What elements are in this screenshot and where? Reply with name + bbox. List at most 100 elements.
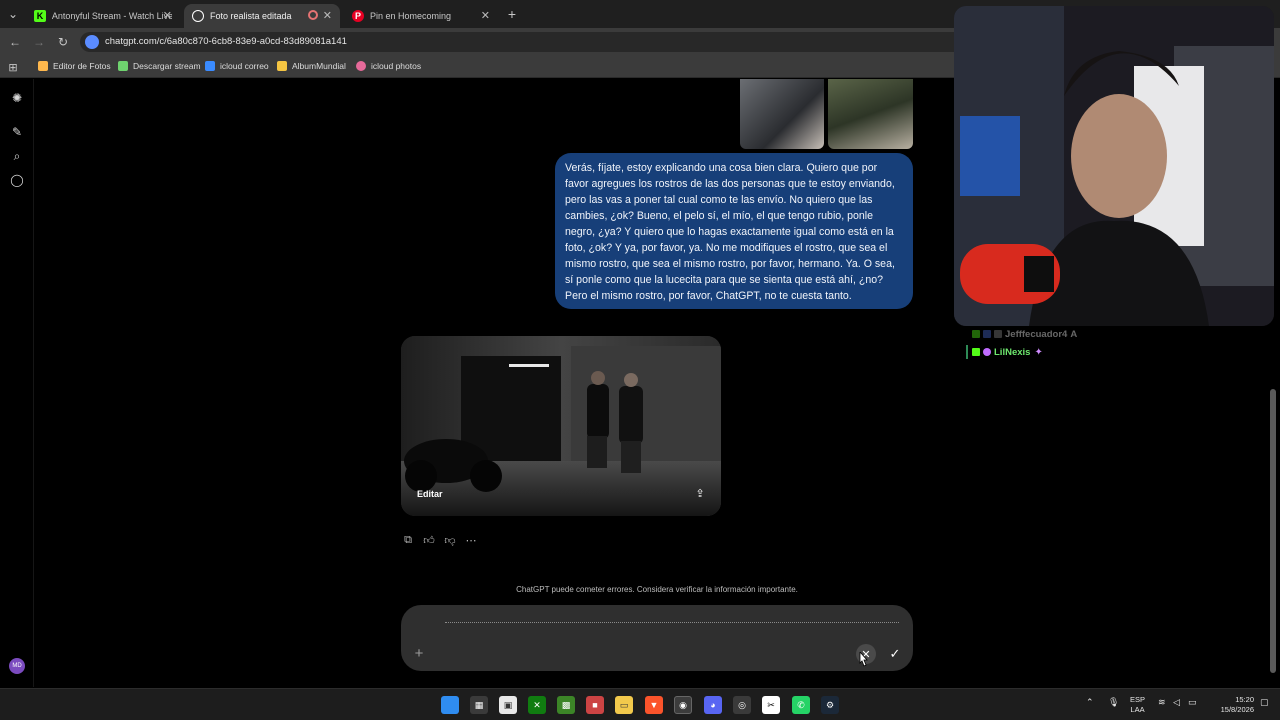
confirm-dictation-button[interactable]: ✓: [885, 644, 905, 664]
tab-title: Foto realista editada: [210, 11, 292, 21]
url-text: chatgpt.com/c/6a80c870-6cb8-83e9-a0cd-83…: [105, 36, 347, 47]
file-explorer-icon[interactable]: ▭: [615, 696, 633, 714]
bookmark-label: Descargar stream: [133, 61, 201, 71]
chatgpt-icon: [192, 10, 204, 22]
bookmark-label: icloud correo: [220, 61, 269, 71]
voice-waveform: [445, 622, 899, 623]
chat-message: Jefffecuador4 A: [966, 325, 1126, 343]
bookmark-icon: [38, 61, 48, 71]
bookmark-icon: [205, 61, 215, 71]
generated-image[interactable]: Editar ⇪: [401, 336, 721, 516]
edit-image-button[interactable]: Editar: [417, 489, 443, 499]
bookmark-icon: [277, 61, 287, 71]
recording-icon: [308, 10, 318, 20]
capcut-icon[interactable]: ✂: [762, 696, 780, 714]
stream-chat-overlay: Jefffecuador4 A LilNexis ✦: [966, 325, 1126, 361]
address-bar[interactable]: chatgpt.com/c/6a80c870-6cb8-83e9-a0cd-83…: [80, 32, 980, 52]
bookmark-icon: [118, 61, 128, 71]
sub-badge-icon: [983, 330, 991, 338]
steam-icon[interactable]: ⚙: [821, 696, 839, 714]
emote-icon: ✦: [1034, 346, 1043, 358]
thumbs-up-icon[interactable]: 👍︎: [422, 533, 436, 547]
bookmark-item[interactable]: AlbumMundial: [277, 61, 346, 71]
game-launcher-icon[interactable]: ■: [586, 696, 604, 714]
uploaded-photos: [740, 79, 913, 149]
microphone-icon[interactable]: 🎙︎: [1108, 697, 1119, 708]
obs-icon[interactable]: ◎: [733, 696, 751, 714]
windows-taskbar: ▦ ▣ ✕ ▩ ■ ▭ ▼ ◉ ◕ ◎ ✂ ✆ ⚙ ⌃ 🎙︎ ESP LAA ≋…: [0, 688, 1280, 720]
avatar[interactable]: MD: [9, 658, 25, 674]
search-icon[interactable]: ⌕: [10, 149, 24, 163]
kick-badge-icon: [972, 348, 980, 356]
bookmark-label: AlbumMundial: [292, 61, 346, 71]
reload-icon[interactable]: ↻: [54, 33, 72, 51]
bookmark-item[interactable]: Editor de Fotos: [38, 61, 111, 71]
bookmark-item[interactable]: icloud correo: [205, 61, 269, 71]
openai-logo-icon[interactable]: ✺: [10, 91, 24, 105]
sidebar-rail: ✺ ✎ ⌕ ◯ MD: [0, 79, 34, 687]
mouse-cursor-icon: [859, 652, 868, 667]
voice-composer: + ✕ ✓: [401, 605, 913, 671]
copy-icon[interactable]: ⧉: [401, 533, 415, 547]
new-chat-icon[interactable]: ✎: [10, 125, 24, 139]
generated-image-art: [401, 336, 721, 516]
bookmark-item[interactable]: Descargar stream: [118, 61, 201, 71]
tab-pinterest[interactable]: P Pin en Homecoming ✕: [344, 4, 498, 28]
minecraft-icon[interactable]: ▩: [557, 696, 575, 714]
task-view-icon[interactable]: ▦: [470, 696, 488, 714]
bookmark-item[interactable]: icloud photos: [356, 61, 421, 71]
scrollbar[interactable]: [1270, 389, 1276, 673]
bookmark-icon: [356, 61, 366, 71]
discord-icon[interactable]: ◕: [704, 696, 722, 714]
tab-kick-stream[interactable]: K Antonyful Stream - Watch Live ✕: [26, 4, 180, 28]
windows-start-icon[interactable]: [441, 696, 459, 714]
webcam-overlay: [954, 6, 1274, 326]
badge-icon: [994, 330, 1002, 338]
notifications-icon[interactable]: ▢: [1260, 697, 1269, 708]
uploaded-photo-thumb[interactable]: [740, 79, 824, 149]
new-tab-icon[interactable]: +: [503, 5, 521, 23]
chat-username: LilNexis: [994, 346, 1031, 358]
uploaded-photo-thumb[interactable]: [828, 79, 913, 149]
thumbs-down-icon[interactable]: 👎︎: [443, 533, 457, 547]
chat-message-text: A: [1070, 328, 1078, 340]
wifi-icon[interactable]: ≋: [1158, 697, 1166, 708]
show-hidden-icons[interactable]: ⌃: [1086, 697, 1094, 708]
tab-chatgpt[interactable]: Foto realista editada ✕: [184, 4, 340, 28]
apps-grid-icon[interactable]: ⊞: [4, 58, 22, 76]
language-code: ESP: [1130, 695, 1146, 704]
battery-icon[interactable]: ▭: [1188, 697, 1197, 708]
sub-badge-icon: [983, 348, 991, 356]
add-attachment-icon[interactable]: +: [411, 645, 427, 662]
chat-highlight-bar: [966, 345, 968, 359]
chrome-icon[interactable]: ◉: [674, 696, 692, 714]
back-icon[interactable]: ←: [6, 33, 24, 51]
pinterest-icon: P: [352, 10, 364, 22]
xbox-icon[interactable]: ✕: [528, 696, 546, 714]
close-tab-icon[interactable]: ✕: [481, 9, 490, 22]
disclaimer-text: ChatGPT puede cometer errores. Considera…: [516, 585, 798, 594]
chat-username: Jefffecuador4: [1005, 328, 1068, 340]
bookmark-label: icloud photos: [371, 61, 422, 71]
share-icon[interactable]: ⇪: [693, 486, 707, 500]
close-tab-icon[interactable]: ✕: [323, 9, 332, 22]
close-tab-icon[interactable]: ✕: [163, 9, 172, 22]
user-message-bubble: Verás, fíjate, estoy explicando una cosa…: [555, 153, 913, 309]
volume-icon[interactable]: ◁: [1173, 697, 1180, 708]
chat-bubble-icon[interactable]: ◯: [10, 173, 24, 187]
forward-icon[interactable]: →: [30, 33, 48, 51]
keyboard-layout: LAA: [1130, 705, 1145, 714]
clock[interactable]: 15:20 15/8/2026: [1212, 695, 1254, 715]
site-info-icon[interactable]: [85, 35, 99, 49]
bookmark-label: Editor de Fotos: [53, 61, 111, 71]
store-icon[interactable]: ▣: [499, 696, 517, 714]
brave-icon[interactable]: ▼: [645, 696, 663, 714]
kick-icon: K: [34, 10, 46, 22]
whatsapp-icon[interactable]: ✆: [792, 696, 810, 714]
language-indicator[interactable]: ESP LAA: [1130, 695, 1145, 715]
more-options-icon[interactable]: ⋯: [464, 533, 478, 547]
webcam-feed: [954, 6, 1274, 326]
clock-time: 15:20: [1235, 695, 1254, 704]
clock-date: 15/8/2026: [1220, 705, 1254, 714]
tab-search-chevron-icon[interactable]: ⌄: [4, 5, 22, 23]
